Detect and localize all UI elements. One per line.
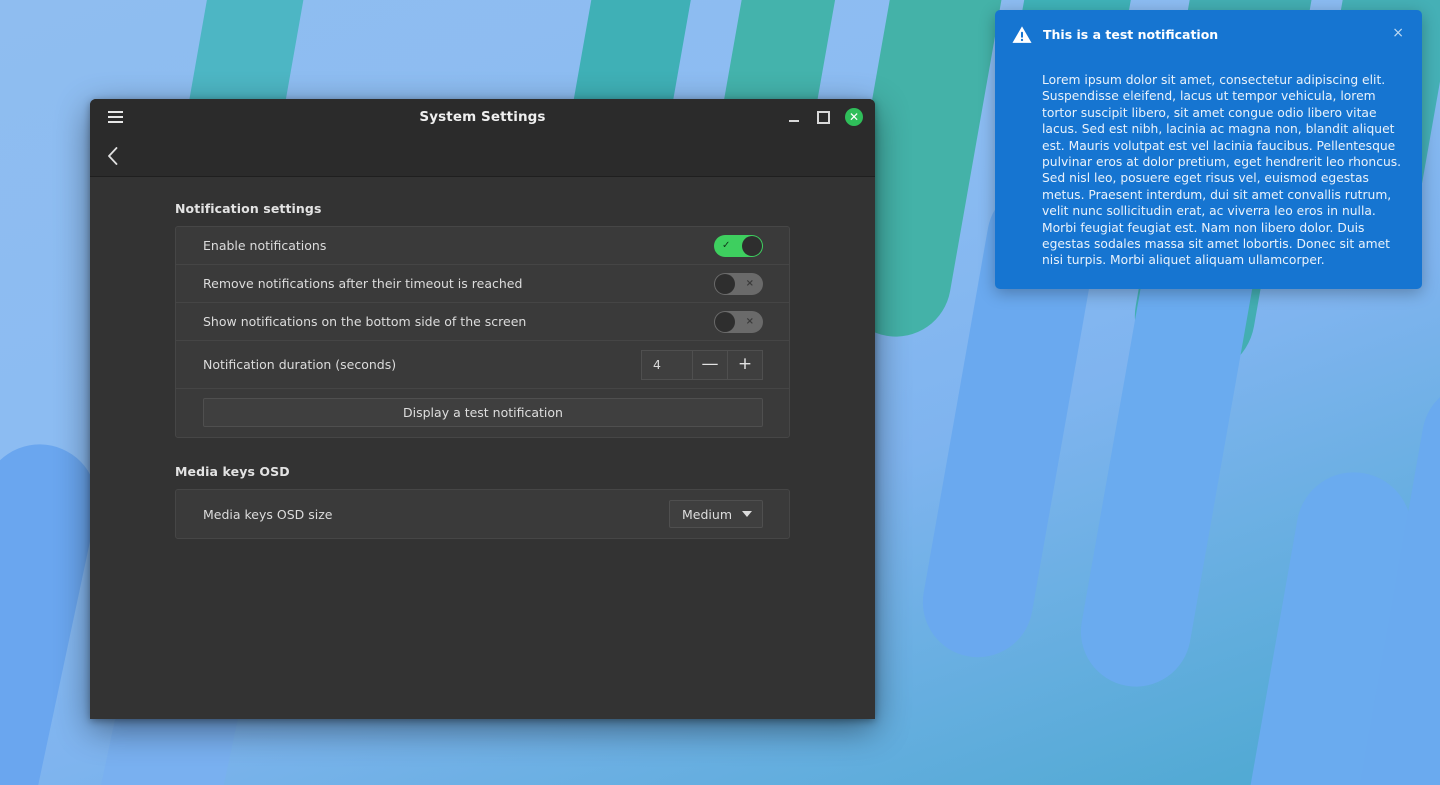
warning-triangle-icon [1012, 26, 1032, 43]
increment-button[interactable]: + [728, 349, 763, 380]
media-keys-osd-size-dropdown[interactable]: Medium [669, 500, 763, 528]
toggle-knob [742, 235, 762, 256]
row-label: Enable notifications [203, 238, 327, 253]
notification-popup[interactable]: This is a test notification × Lorem ipsu… [995, 10, 1422, 289]
desktop: System Settings ✕ Notification settings … [0, 0, 1440, 785]
window-title: System Settings [419, 109, 546, 125]
row-label: Media keys OSD size [203, 506, 333, 522]
display-test-notification-button[interactable]: Display a test notification [203, 398, 763, 427]
minimize-button[interactable] [785, 109, 802, 126]
window-subheader [90, 135, 875, 177]
hamburger-menu-icon[interactable] [98, 99, 132, 135]
row-test-notification: Display a test notification [176, 389, 789, 437]
chevron-left-icon [107, 146, 117, 165]
chevron-down-icon [742, 511, 752, 517]
back-button[interactable] [95, 135, 129, 177]
notification-close-icon[interactable]: × [1392, 24, 1404, 40]
toggle-show-notifications-bottom[interactable]: × [714, 310, 763, 333]
notification-settings-card: Enable notifications ✓ Remove notificati… [175, 226, 790, 438]
notification-body: Lorem ipsum dolor sit amet, consectetur … [1042, 73, 1402, 268]
notification-duration-input[interactable]: 4 [641, 349, 693, 380]
decrement-button[interactable]: — [693, 349, 728, 380]
row-remove-notifications-after-timeout[interactable]: Remove notifications after their timeout… [176, 265, 789, 303]
toggle-cross-icon: × [745, 277, 754, 289]
toggle-knob [715, 273, 735, 294]
settings-content: Notification settings Enable notificatio… [90, 177, 875, 719]
section-title-notification-settings: Notification settings [175, 201, 322, 216]
toggle-cross-icon: × [745, 315, 754, 327]
window-controls: ✕ [785, 108, 875, 126]
toggle-check-icon: ✓ [722, 239, 731, 251]
notification-duration-stepper[interactable]: 4 — + [641, 349, 763, 380]
close-button[interactable]: ✕ [845, 108, 863, 126]
row-label: Show notifications on the bottom side of… [203, 314, 527, 329]
row-label: Notification duration (seconds) [203, 357, 397, 372]
maximize-button[interactable] [815, 109, 832, 126]
row-label: Remove notifications after their timeout… [203, 276, 523, 291]
toggle-knob [715, 311, 735, 332]
media-keys-osd-card: Media keys OSD size Medium [175, 489, 790, 539]
row-media-keys-osd-size[interactable]: Media keys OSD size Medium [176, 490, 789, 538]
row-show-notifications-bottom[interactable]: Show notifications on the bottom side of… [176, 303, 789, 341]
toggle-remove-notifications-after-timeout[interactable]: × [714, 272, 763, 295]
row-enable-notifications[interactable]: Enable notifications ✓ [176, 227, 789, 265]
window-titlebar[interactable]: System Settings ✕ [90, 99, 875, 135]
toggle-enable-notifications[interactable]: ✓ [714, 234, 763, 257]
section-title-media-keys-osd: Media keys OSD [175, 464, 290, 479]
notification-title: This is a test notification [1043, 27, 1219, 42]
row-notification-duration[interactable]: Notification duration (seconds) 4 — + [176, 341, 789, 389]
system-settings-window: System Settings ✕ Notification settings … [90, 99, 875, 719]
dropdown-value: Medium [682, 506, 732, 522]
notification-header: This is a test notification × [1011, 24, 1404, 46]
